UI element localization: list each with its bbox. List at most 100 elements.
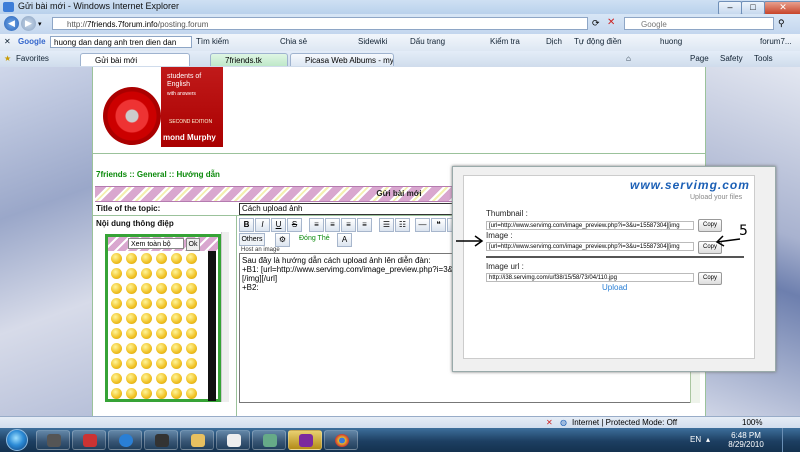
strike-button[interactable]: S [287, 218, 302, 232]
others-button[interactable]: Others [239, 233, 265, 246]
smiley-icon[interactable] [126, 328, 137, 339]
smiley-icon[interactable] [171, 283, 182, 294]
close-toolbar-icon[interactable]: ✕ [4, 37, 11, 46]
page-menu[interactable]: Page [690, 54, 709, 63]
taskbar-item-app2[interactable] [252, 430, 286, 450]
justify-icon[interactable]: ≡ [357, 218, 372, 232]
toolbar-forum-button[interactable]: forum7... [760, 37, 792, 46]
smiley-icon[interactable] [156, 283, 167, 294]
tools-menu[interactable]: Tools [754, 54, 773, 63]
smiley-icon[interactable] [186, 358, 197, 369]
toolbar-sidewiki-button[interactable]: Sidewiki [358, 37, 387, 46]
minimize-button[interactable]: – [718, 1, 742, 15]
smiley-icon[interactable] [111, 283, 122, 294]
smiley-icon[interactable] [171, 253, 182, 264]
smiley-icon[interactable] [141, 358, 152, 369]
smiley-icon[interactable] [186, 328, 197, 339]
maximize-button[interactable]: □ [741, 1, 765, 15]
list-icon[interactable]: ☰ [379, 218, 394, 232]
toolbar-share-button[interactable]: Chia sẻ [280, 37, 307, 46]
taskbar-item-app[interactable] [72, 430, 106, 450]
zoom-level[interactable]: 100% [742, 418, 762, 427]
smiley-icon[interactable] [171, 328, 182, 339]
taskbar-item-ie[interactable] [108, 430, 142, 450]
taskbar-item-calculator[interactable] [36, 430, 70, 450]
smiley-icon[interactable] [186, 298, 197, 309]
smiley-icon[interactable] [156, 268, 167, 279]
smiley-icon[interactable] [156, 388, 167, 399]
smiley-icon[interactable] [186, 253, 197, 264]
taskbar-item-explorer[interactable] [180, 430, 214, 450]
smilies-select[interactable]: Xem toàn bộ [128, 238, 184, 249]
align-center-icon[interactable]: ≡ [325, 218, 340, 232]
show-desktop-button[interactable] [782, 428, 800, 452]
smiley-icon[interactable] [126, 253, 137, 264]
left-scrollbar[interactable] [221, 232, 229, 402]
toolbar-bookmarks-button[interactable]: Dấu trang [410, 37, 445, 46]
smiley-icon[interactable] [171, 388, 182, 399]
smiley-icon[interactable] [186, 343, 197, 354]
rule-icon[interactable]: — [415, 218, 430, 232]
smiley-icon[interactable] [171, 268, 182, 279]
refresh-icon[interactable]: ⟳ [592, 18, 600, 29]
image-url-field[interactable]: http://i38.servimg.com/u/f38/15/58/73/04… [486, 273, 694, 282]
smiley-icon[interactable] [126, 373, 137, 384]
smiley-icon[interactable] [186, 268, 197, 279]
smiley-icon[interactable] [141, 268, 152, 279]
smiley-icon[interactable] [141, 343, 152, 354]
smiley-icon[interactable] [156, 373, 167, 384]
language-indicator[interactable]: EN [690, 435, 701, 444]
favorites-button[interactable]: Favorites [16, 54, 49, 63]
smiley-icon[interactable] [171, 343, 182, 354]
quote-icon[interactable]: ❝ [431, 218, 446, 232]
start-button[interactable] [6, 429, 28, 451]
search-field[interactable]: Google [624, 17, 774, 30]
taskbar-item-java[interactable] [216, 430, 250, 450]
toolbar-check-button[interactable]: Kiểm tra [490, 37, 520, 46]
toolbar-autofill-button[interactable]: Tự động điền [574, 37, 622, 46]
smiley-icon[interactable] [156, 313, 167, 324]
smiley-icon[interactable] [141, 313, 152, 324]
smiley-icon[interactable] [111, 343, 122, 354]
smiley-icon[interactable] [126, 298, 137, 309]
bold-button[interactable]: B [239, 218, 254, 232]
smiley-icon[interactable] [186, 283, 197, 294]
underline-button[interactable]: U [271, 218, 286, 232]
back-button[interactable]: ◀ [4, 16, 19, 31]
close-status-icon[interactable]: ✕ [546, 418, 553, 427]
smiley-icon[interactable] [156, 253, 167, 264]
smiley-icon[interactable] [141, 283, 152, 294]
smiley-icon[interactable] [141, 253, 152, 264]
smilies-ok-button[interactable]: Ok [186, 238, 200, 251]
smiley-icon[interactable] [171, 358, 182, 369]
smiley-icon[interactable] [111, 253, 122, 264]
smiley-icon[interactable] [171, 298, 182, 309]
smiley-icon[interactable] [126, 283, 137, 294]
url-field[interactable]: http://7friends.7forum.info/posting.foru… [52, 17, 588, 30]
smiley-icon[interactable] [111, 298, 122, 309]
home-icon[interactable]: ⌂ [626, 54, 631, 63]
smilies-scrollbar[interactable] [208, 251, 216, 401]
clock[interactable]: 6:48 PM 8/29/2010 [722, 431, 770, 449]
tray-icons[interactable]: ▴ [706, 435, 710, 444]
tab-picasa[interactable]: Picasa Web Albums - my7... [290, 53, 394, 66]
close-tags-link[interactable]: Đóng Thẻ [299, 235, 330, 242]
smiley-icon[interactable] [141, 373, 152, 384]
smiley-icon[interactable] [141, 328, 152, 339]
italic-button[interactable]: I [255, 218, 270, 232]
smiley-icon[interactable] [156, 358, 167, 369]
smiley-icon[interactable] [156, 343, 167, 354]
smiley-icon[interactable] [126, 268, 137, 279]
tab-gui-bai-moi[interactable]: Gửi bài mới [80, 53, 190, 66]
close-button[interactable]: ✕ [764, 1, 800, 15]
upload-link[interactable]: Upload [602, 283, 627, 292]
image-url-copy-button[interactable]: Copy [698, 272, 722, 285]
search-icon[interactable]: ⚲ [778, 18, 785, 29]
recent-pages-icon[interactable]: ▾ [38, 20, 42, 28]
forward-button[interactable]: ▶ [21, 16, 36, 31]
smiley-icon[interactable] [111, 328, 122, 339]
smiley-icon[interactable] [111, 388, 122, 399]
smiley-icon[interactable] [186, 313, 197, 324]
smiley-icon[interactable] [111, 358, 122, 369]
toolbar-user-button[interactable]: huong [660, 37, 682, 46]
